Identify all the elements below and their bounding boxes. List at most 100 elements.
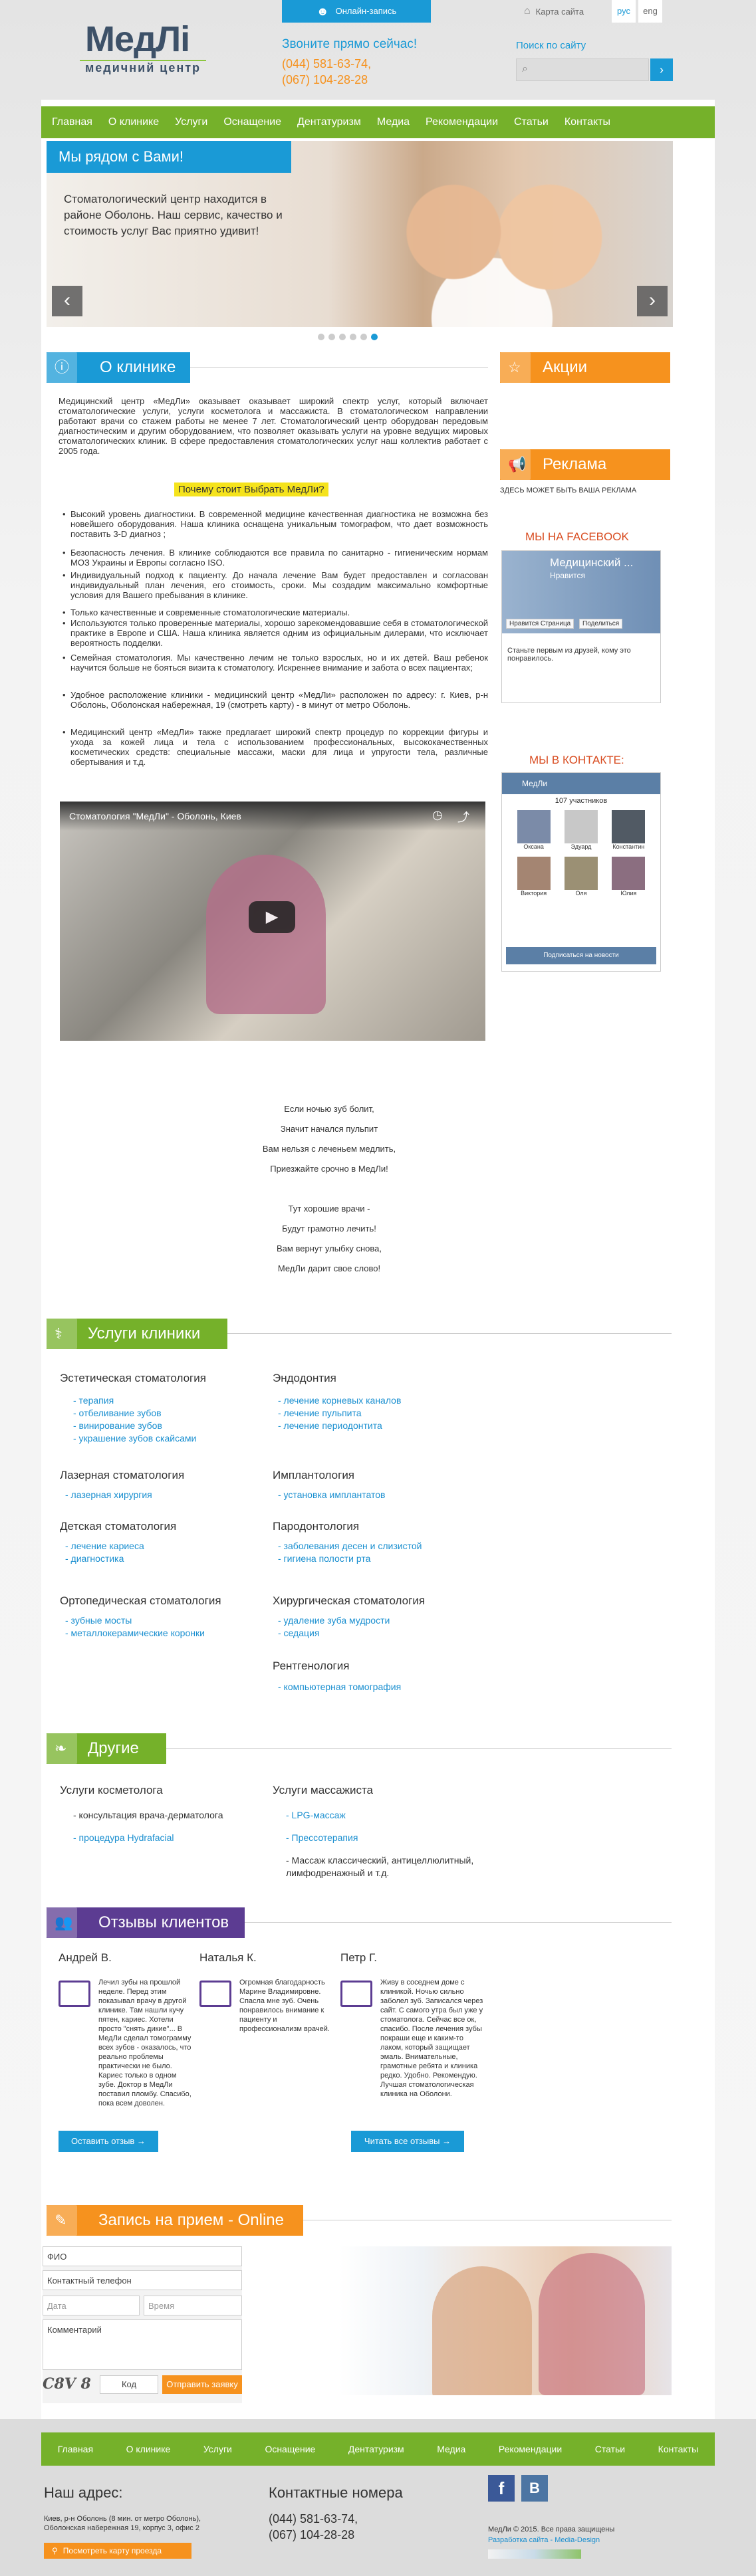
vk-member[interactable]: Оля	[557, 857, 604, 897]
fio-field[interactable]: ФИО	[43, 2246, 242, 2266]
slider-prev-button[interactable]: ‹	[52, 286, 82, 316]
service-link[interactable]: - лечение периодонтита	[278, 1420, 485, 1432]
poem-line: Если ночью зуб болит,	[284, 1104, 374, 1114]
online-booking-button[interactable]: ☻ Онлайн-запись	[282, 0, 431, 23]
menu-item-contacts[interactable]: Контакты	[557, 116, 618, 128]
facebook-page-name[interactable]: Медицинский ...	[550, 556, 633, 570]
service-link[interactable]: - лечение кариеса	[65, 1540, 259, 1553]
footer-link[interactable]: Главная	[50, 2444, 101, 2454]
service-link[interactable]: - лазерная хирургия	[65, 1489, 259, 1501]
service-link[interactable]: - металлокерамические коронки	[65, 1627, 259, 1640]
slider-dot[interactable]	[350, 334, 356, 340]
phone-field[interactable]: Контактный телефон	[43, 2270, 242, 2290]
menu-item-home[interactable]: Главная	[44, 116, 100, 128]
logo-subtitle: медичний центр	[80, 60, 206, 75]
vk-member[interactable]: Константин	[605, 810, 652, 850]
phone-2[interactable]: (067) 104-28-28	[282, 73, 368, 87]
submit-button[interactable]: Отправить заявку	[162, 2375, 242, 2394]
slider-dot[interactable]	[360, 334, 367, 340]
footer-phone-2[interactable]: (067) 104-28-28	[269, 2528, 354, 2542]
comment-field[interactable]: Комментарий	[43, 2319, 242, 2370]
slider-dot-active[interactable]	[371, 334, 378, 340]
service-heading: Эндодонтия	[273, 1372, 336, 1384]
massage-heading: Услуги массажиста	[273, 1784, 374, 1796]
vk-icon[interactable]: B	[521, 2475, 548, 2502]
service-link[interactable]: - украшение зубов скайсами	[73, 1432, 259, 1445]
footer-link[interactable]: Рекомендации	[491, 2444, 570, 2454]
about-paragraph: Медицинский центр «МедЛи» оказывает оказ…	[59, 396, 488, 456]
menu-item-recommendations[interactable]: Рекомендации	[418, 116, 506, 128]
slider-dot[interactable]	[318, 334, 324, 340]
time-field[interactable]: Время	[144, 2296, 242, 2315]
service-link[interactable]: - терапия	[73, 1394, 259, 1407]
ads-header[interactable]: 📢 Реклама	[500, 449, 670, 480]
lang-ru[interactable]: рус	[612, 0, 636, 23]
search-input[interactable]: ⌕	[516, 58, 649, 81]
service-link[interactable]: - установка имплантатов	[278, 1489, 485, 1501]
menu-item-media[interactable]: Медиа	[369, 116, 418, 128]
promo-header[interactable]: ☆ Акции	[500, 352, 670, 383]
service-link[interactable]: - компьютерная томография	[278, 1681, 485, 1693]
captcha-image: C8V 8	[43, 2375, 91, 2393]
footer-link[interactable]: Статьи	[587, 2444, 633, 2454]
map-button[interactable]: ⚲ Посмотреть карту проезда	[44, 2543, 191, 2559]
slider-dot[interactable]	[339, 334, 346, 340]
logo[interactable]: МедЛі медичний центр	[74, 19, 221, 78]
phone-1[interactable]: (044) 581-63-74,	[282, 57, 371, 71]
footer-link[interactable]: Услуги	[195, 2444, 240, 2454]
service-link[interactable]: - заболевания десен и слизистой	[278, 1540, 485, 1553]
logo-title: МедЛі	[85, 19, 190, 59]
menu-item-about[interactable]: О клинике	[100, 116, 167, 128]
service-link[interactable]: - диагностика	[65, 1553, 259, 1565]
vk-member[interactable]: Виктория	[510, 857, 557, 897]
menu-item-services[interactable]: Услуги	[167, 116, 215, 128]
service-link[interactable]: - зубные мосты	[65, 1614, 259, 1627]
bullet: • Безопасность лечения. В клинике соблюда…	[63, 548, 488, 568]
date-field[interactable]: Дата	[43, 2296, 140, 2315]
clock-icon[interactable]: ◷	[432, 808, 443, 822]
footer-link[interactable]: Медиа	[429, 2444, 473, 2454]
service-link[interactable]: - процедура Hydrafacial	[73, 1832, 174, 1844]
service-link[interactable]: - гигиена полости рта	[278, 1553, 485, 1565]
footer-link[interactable]: Контакты	[650, 2444, 706, 2454]
footer-link[interactable]: Оснащение	[257, 2444, 323, 2454]
pencil-icon: ✎	[55, 2212, 67, 2228]
footer-phone-1[interactable]: (044) 581-63-74,	[269, 2512, 358, 2526]
share-icon[interactable]: ⤴	[457, 808, 469, 825]
service-heading: Детская стоматология	[60, 1520, 177, 1533]
menu-item-dentaltourism[interactable]: Дентатуризм	[289, 116, 369, 128]
leave-review-button[interactable]: Оставить отзыв →	[59, 2131, 158, 2152]
search-button[interactable]: ›	[650, 58, 673, 81]
slider-dot[interactable]	[328, 334, 335, 340]
vk-member[interactable]: Эдуард	[557, 810, 604, 850]
service-link[interactable]: - седация	[278, 1627, 485, 1640]
facebook-icon[interactable]: f	[488, 2475, 515, 2502]
service-link[interactable]: - удаление зуба мудрости	[278, 1614, 485, 1627]
service-link[interactable]: - отбеливание зубов	[73, 1407, 259, 1420]
footer-link[interactable]: Дентатуризм	[340, 2444, 412, 2454]
reviews-divider	[245, 1922, 672, 1923]
captcha-field[interactable]: Код	[100, 2375, 158, 2394]
developer-credit[interactable]: Разработка сайта - Media-Design	[488, 2536, 600, 2544]
lang-en[interactable]: eng	[638, 0, 662, 23]
vk-member[interactable]: Юлия	[605, 857, 652, 897]
play-button[interactable]: ▶	[249, 901, 295, 933]
service-link[interactable]: - винирование зубов	[73, 1420, 259, 1432]
all-reviews-button[interactable]: Читать все отзывы →	[351, 2131, 464, 2152]
service-link[interactable]: - консультация врача-дерматолога	[73, 1809, 223, 1822]
video-player[interactable]: Стоматология "МедЛи" - Оболонь, Киев ◷ ⤴…	[60, 802, 485, 1041]
footer-link[interactable]: О клинике	[118, 2444, 179, 2454]
facebook-like-button[interactable]: Нравится Страница	[506, 619, 574, 629]
service-link[interactable]: - LPG-массаж	[286, 1809, 346, 1822]
service-link[interactable]: - Прессотерапия	[286, 1832, 358, 1844]
menu-item-articles[interactable]: Статьи	[506, 116, 557, 128]
vk-subscribe-button[interactable]: Подписаться на новости	[506, 947, 656, 964]
facebook-share-button[interactable]: Поделиться	[579, 619, 623, 629]
service-link[interactable]: - лечение корневых каналов	[278, 1394, 485, 1407]
sitemap-link[interactable]: ⌂ Карта сайта	[524, 5, 584, 17]
service-heading: Имплантология	[273, 1469, 355, 1481]
service-link[interactable]: - лечение пульпита	[278, 1407, 485, 1420]
menu-item-equipment[interactable]: Оснащение	[215, 116, 289, 128]
vk-member[interactable]: Оксана	[510, 810, 557, 850]
slider-next-button[interactable]: ›	[637, 286, 668, 316]
